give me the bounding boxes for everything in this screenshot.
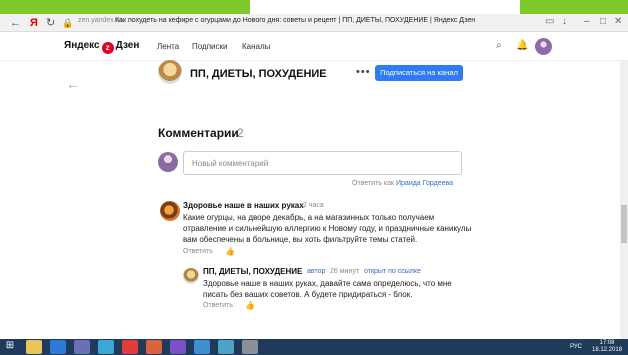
site-header: Яндекс z Дзен Лента Подписки Каналы ⌕ 🔔 [0, 32, 628, 61]
reply-as-line: Ответить как Ираида Гордеева [352, 180, 453, 187]
reply-author-avatar[interactable] [183, 268, 199, 284]
app-icon[interactable] [242, 340, 258, 354]
app-icon[interactable] [194, 340, 210, 354]
comment-text: Какие огурцы, на дворе декабрь, а на маг… [183, 213, 472, 244]
new-comment-input[interactable]: Новый комментарий [183, 151, 462, 175]
reply-as-name[interactable]: Ираида Гордеева [396, 180, 453, 187]
scrollbar-thumb[interactable] [621, 205, 627, 243]
yandex-browser-icon[interactable]: Я [30, 16, 38, 30]
yandex-browser-taskbar-icon[interactable] [122, 340, 138, 354]
app-icon[interactable] [146, 340, 162, 354]
scrollbar[interactable] [620, 61, 628, 339]
explorer-icon[interactable] [26, 340, 42, 354]
page-tab-title: Как похудеть на кефире с огурцами до Нов… [115, 17, 476, 24]
bell-icon[interactable]: 🔔 [516, 40, 528, 51]
like-icon[interactable]: 👍 [225, 247, 235, 256]
back-icon[interactable]: ← [10, 16, 21, 30]
language-indicator[interactable]: РУС [570, 344, 582, 350]
tray-clock[interactable]: 17:08 18.12.2018 [592, 340, 622, 354]
address-bar: ← Я ↻ 🔒 zen.yandex.ru Как похудеть на ке… [0, 14, 628, 32]
maximize-icon[interactable]: □ [600, 16, 606, 27]
comments-count: 2 [237, 126, 244, 140]
yandex-zen-logo[interactable]: Яндекс z Дзен [64, 40, 139, 54]
author-badge: автор [307, 268, 326, 275]
download-icon[interactable]: ↓ [562, 16, 567, 27]
nav-feed[interactable]: Лента [157, 42, 179, 51]
nav-subscriptions[interactable]: Подписки [192, 42, 227, 51]
channel-name[interactable]: ПП, ДИЕТЫ, ПОХУДЕНИЕ [190, 68, 327, 80]
minimize-icon[interactable]: – [584, 16, 590, 27]
app-icon[interactable] [218, 340, 234, 354]
start-icon[interactable]: ⊞ [3, 340, 17, 354]
comment-reply-button[interactable]: Ответить [183, 248, 213, 255]
viber-icon[interactable] [170, 340, 186, 354]
mail-icon[interactable] [74, 340, 90, 354]
back-arrow-icon[interactable]: ← [66, 76, 80, 92]
browser-top-strip [0, 0, 628, 14]
opened-by-link[interactable]: открыт по ссылке [364, 268, 421, 275]
comment-time: 2 часа [303, 202, 324, 209]
nav-channels[interactable]: Каналы [242, 42, 270, 51]
comment-author-avatar[interactable] [160, 201, 180, 221]
subscribe-button[interactable]: Подписаться на канал [375, 65, 463, 81]
ie-icon[interactable] [50, 340, 66, 354]
reply-time: 26 минут [330, 268, 360, 275]
bookmark-icon[interactable]: ▭ [545, 16, 554, 27]
reload-icon[interactable]: ↻ [46, 16, 55, 30]
app-icon[interactable] [98, 340, 114, 354]
close-icon[interactable]: ✕ [614, 16, 622, 27]
search-icon[interactable]: ⌕ [496, 40, 502, 51]
channel-avatar[interactable] [158, 60, 182, 84]
reply-reply-button[interactable]: Ответить [203, 302, 233, 309]
comments-title: Комментарии [158, 126, 239, 140]
windows-taskbar [0, 339, 628, 355]
logo-yandex-text: Яндекс [64, 40, 100, 51]
reply-author[interactable]: ПП, ДИЕТЫ, ПОХУДЕНИЕ [203, 267, 302, 276]
like-icon[interactable]: 👍 [245, 301, 255, 310]
reply-as-prefix: Ответить как [352, 180, 395, 187]
logo-zen-text: Дзен [115, 40, 140, 51]
user-avatar[interactable] [535, 38, 552, 55]
comment-author[interactable]: Здоровье наше в наших руках [183, 201, 304, 210]
zen-logo-icon: z [101, 42, 114, 54]
clock-date: 18.12.2018 [592, 347, 623, 353]
clock-time: 17:08 [599, 340, 615, 346]
lock-icon: 🔒 [62, 18, 74, 28]
my-avatar [158, 152, 178, 172]
more-options-icon[interactable]: ••• [356, 66, 371, 78]
reply-text: Здоровье наше в наших руках, давайте сам… [203, 279, 452, 299]
